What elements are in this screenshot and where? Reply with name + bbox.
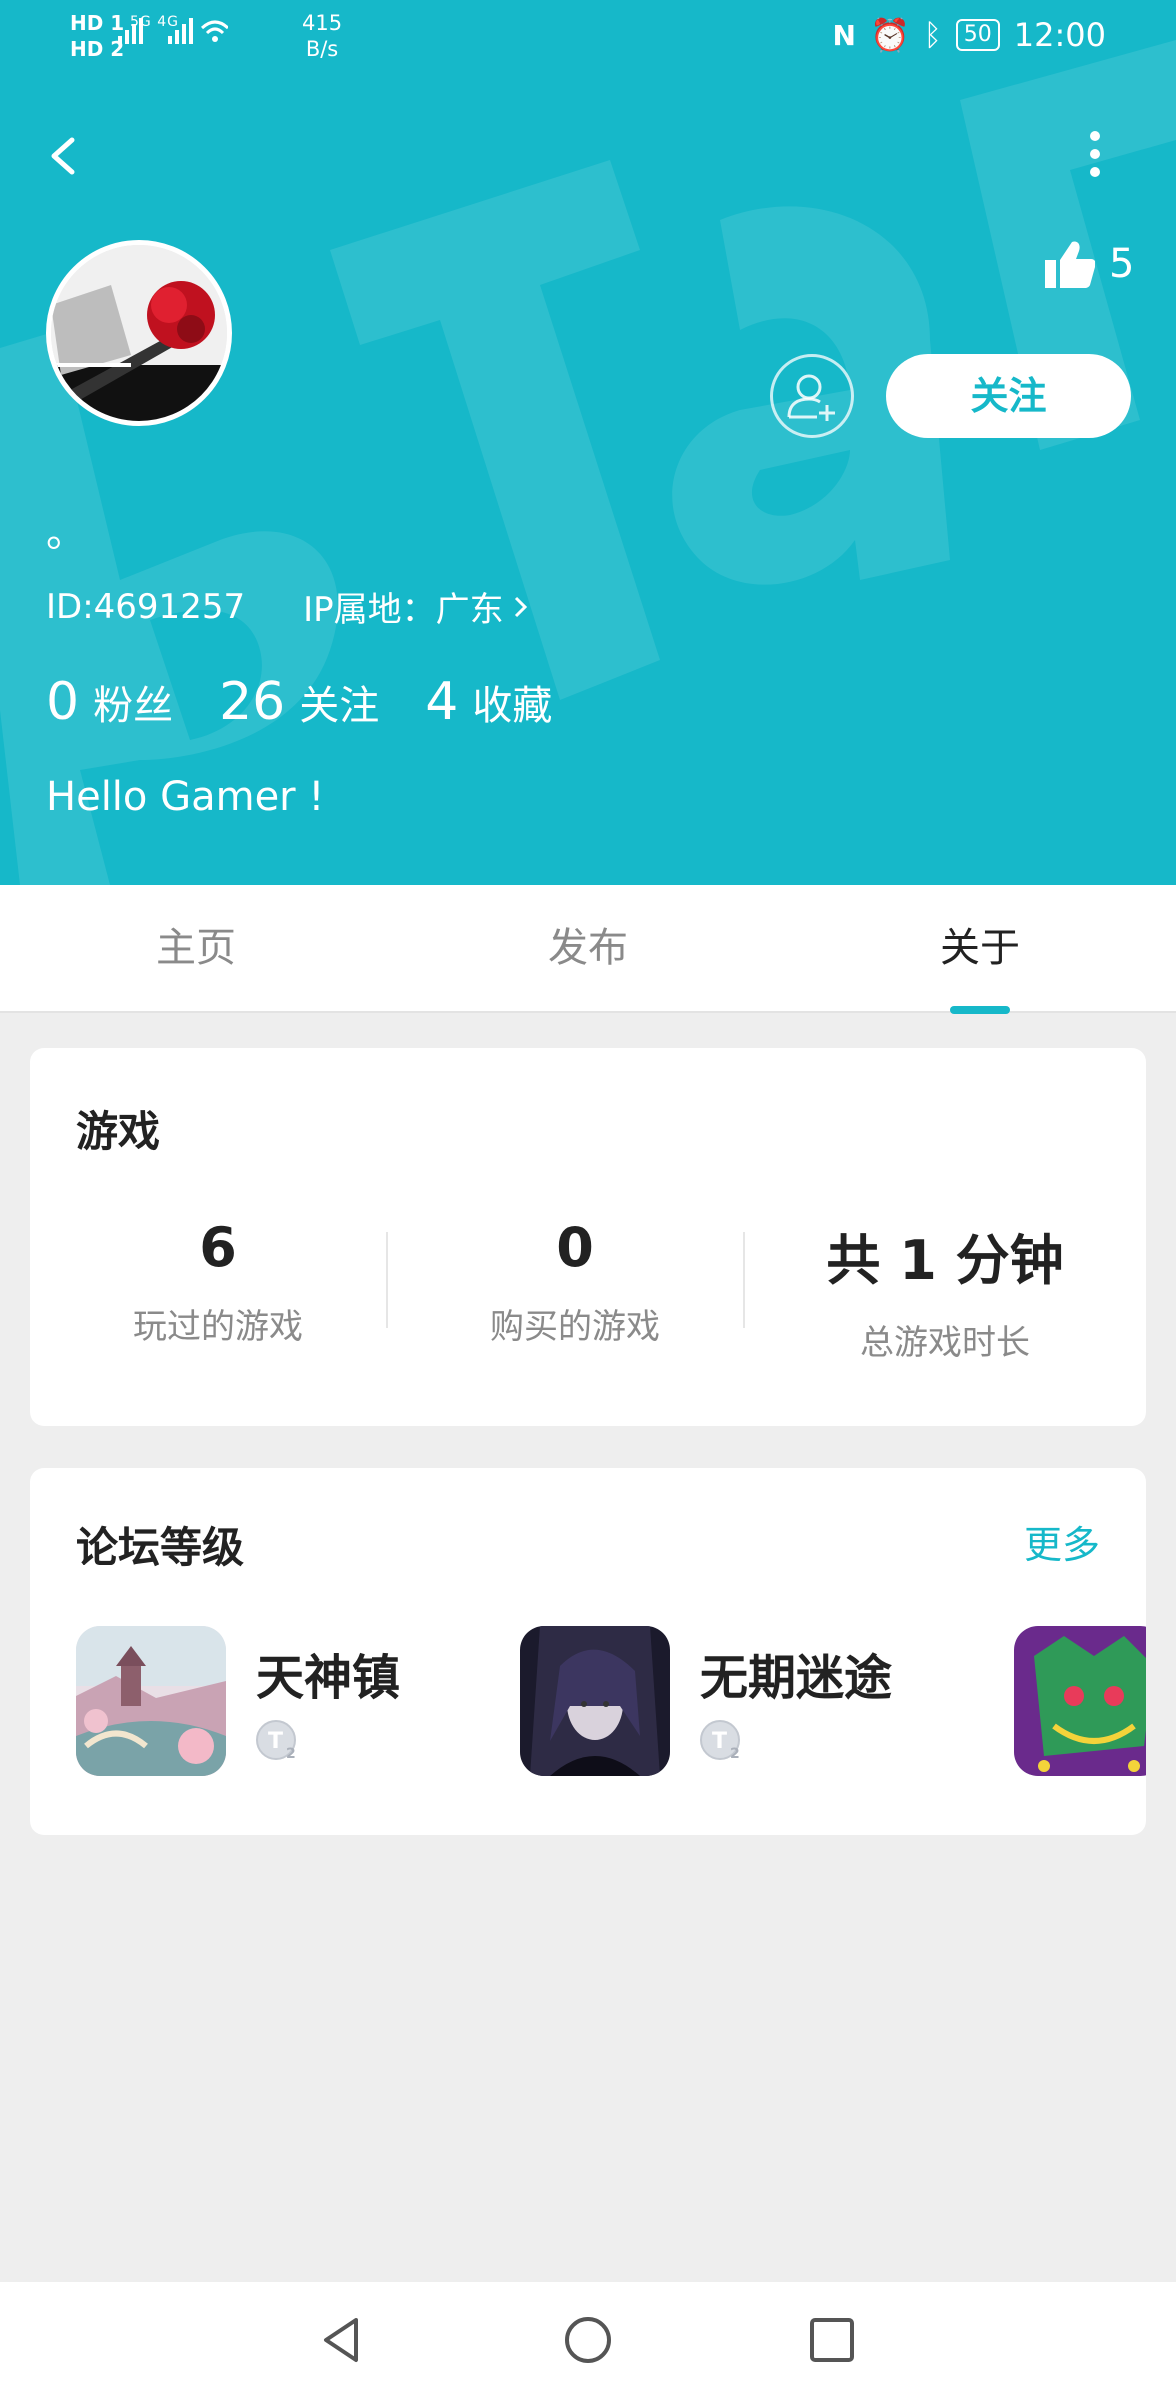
nickname: 。	[46, 510, 86, 556]
games-card: 游戏 6 玩过的游戏 0 购买的游戏 共 1 分钟 总游戏时长	[30, 1048, 1146, 1426]
network-speed: 415 B/s	[302, 10, 342, 62]
stat-favorites[interactable]: 4 收藏	[425, 672, 552, 732]
active-tab-indicator	[950, 1006, 1010, 1014]
svg-text:2: 2	[730, 1746, 740, 1762]
bluetooth-icon: ᛒ	[923, 17, 942, 53]
user-id: ID:4691257	[46, 586, 246, 627]
game-icon	[520, 1626, 670, 1776]
stat-label: 粉丝	[93, 683, 174, 729]
level-badge-icon: T2	[256, 1718, 300, 1762]
ip-location-link[interactable]: IP属地：广东	[303, 582, 530, 631]
forum-level-card: 论坛等级 更多 天神镇 T2 无期迷途 T 2	[30, 1468, 1146, 1835]
game-icon	[1014, 1626, 1146, 1776]
square-recents-icon	[810, 2318, 854, 2362]
tab-about[interactable]: 关于	[784, 885, 1176, 1011]
nfc-icon: N	[832, 18, 856, 52]
tab-home[interactable]: 主页	[0, 885, 392, 1011]
stat-label: 总游戏时长	[860, 1323, 1030, 1363]
profile-tabs: 主页 发布 关于	[0, 885, 1176, 1013]
nav-recents-button[interactable]	[802, 2310, 862, 2370]
like-count: 5	[1109, 241, 1135, 287]
nav-back-button[interactable]	[312, 2310, 372, 2370]
thumbs-up-icon	[1045, 241, 1095, 288]
profile-stats: 0 粉丝 26 关注 4 收藏	[46, 672, 598, 732]
ip-location: IP属地：广东	[303, 590, 504, 630]
svg-text:T: T	[268, 1729, 283, 1754]
status-right: N ⏰ ᛒ 50 12:00	[833, 16, 1107, 54]
stat-label: 关注	[299, 683, 380, 729]
stat-value: 6	[199, 1216, 237, 1279]
stat-value: 共 1 分钟	[826, 1229, 1064, 1292]
stat-label: 收藏	[472, 683, 553, 729]
stat-following[interactable]: 26 关注	[219, 672, 379, 732]
clock: 12:00	[1013, 16, 1106, 54]
stat-value: 4	[425, 672, 459, 732]
back-arrow-icon	[51, 137, 75, 175]
add-friend-button[interactable]	[770, 354, 854, 438]
games-card-title: 游戏	[76, 1107, 161, 1156]
speed-value: 415	[302, 11, 343, 35]
games-purchased-stat[interactable]: 0 购买的游戏	[397, 1216, 753, 1348]
more-vertical-icon	[1090, 131, 1100, 177]
games-played-stat[interactable]: 6 玩过的游戏	[40, 1216, 396, 1348]
stat-label: 玩过的游戏	[133, 1307, 303, 1347]
game-name: 无期迷途	[700, 1650, 893, 1706]
stat-followers[interactable]: 0 粉丝	[46, 672, 173, 732]
total-playtime-stat[interactable]: 共 1 分钟 总游戏时长	[767, 1216, 1123, 1364]
nav-home-button[interactable]	[558, 2310, 618, 2370]
avatar-image	[51, 245, 227, 421]
profile-meta: ID:4691257 IP属地：广东	[46, 582, 530, 631]
level-badge-icon: T2	[700, 1718, 744, 1762]
add-user-icon	[787, 374, 835, 421]
stat-value: 0	[46, 672, 80, 732]
divider	[743, 1232, 745, 1328]
profile-header: HD 1 HD 2 5G 4G 415 B/s N ⏰ ᛒ 50 12:00 5…	[0, 0, 1176, 885]
stat-value: 26	[219, 672, 286, 732]
bio: Hello Gamer !	[46, 774, 325, 820]
stat-value: 0	[556, 1216, 594, 1279]
more-options-button[interactable]	[1070, 120, 1120, 190]
svg-text:2: 2	[286, 1746, 296, 1762]
game-name: 天神镇	[256, 1650, 401, 1706]
svg-text:T: T	[712, 1729, 727, 1754]
circle-home-icon	[565, 2317, 611, 2363]
like-counter[interactable]: 5	[1045, 240, 1134, 288]
divider	[386, 1232, 388, 1328]
stat-label: 购买的游戏	[490, 1307, 660, 1347]
battery-icon: 50	[955, 19, 1000, 51]
system-nav-bar	[0, 2282, 1176, 2400]
triangle-back-icon	[324, 2318, 358, 2362]
speed-unit: B/s	[305, 37, 339, 61]
forum-card-title: 论坛等级	[76, 1523, 245, 1572]
tab-posts[interactable]: 发布	[392, 885, 784, 1011]
back-button[interactable]	[40, 120, 90, 190]
more-link[interactable]: 更多	[1024, 1514, 1100, 1569]
chevron-right-icon	[514, 596, 527, 617]
follow-button[interactable]: 关注	[886, 354, 1131, 438]
avatar[interactable]	[46, 240, 232, 426]
status-bar: HD 1 HD 2 5G 4G 415 B/s N ⏰ ᛒ 50 12:00	[0, 0, 1176, 80]
alarm-icon: ⏰	[869, 16, 910, 54]
game-icon	[76, 1626, 226, 1776]
signal-icon: 5G 4G	[118, 14, 230, 46]
